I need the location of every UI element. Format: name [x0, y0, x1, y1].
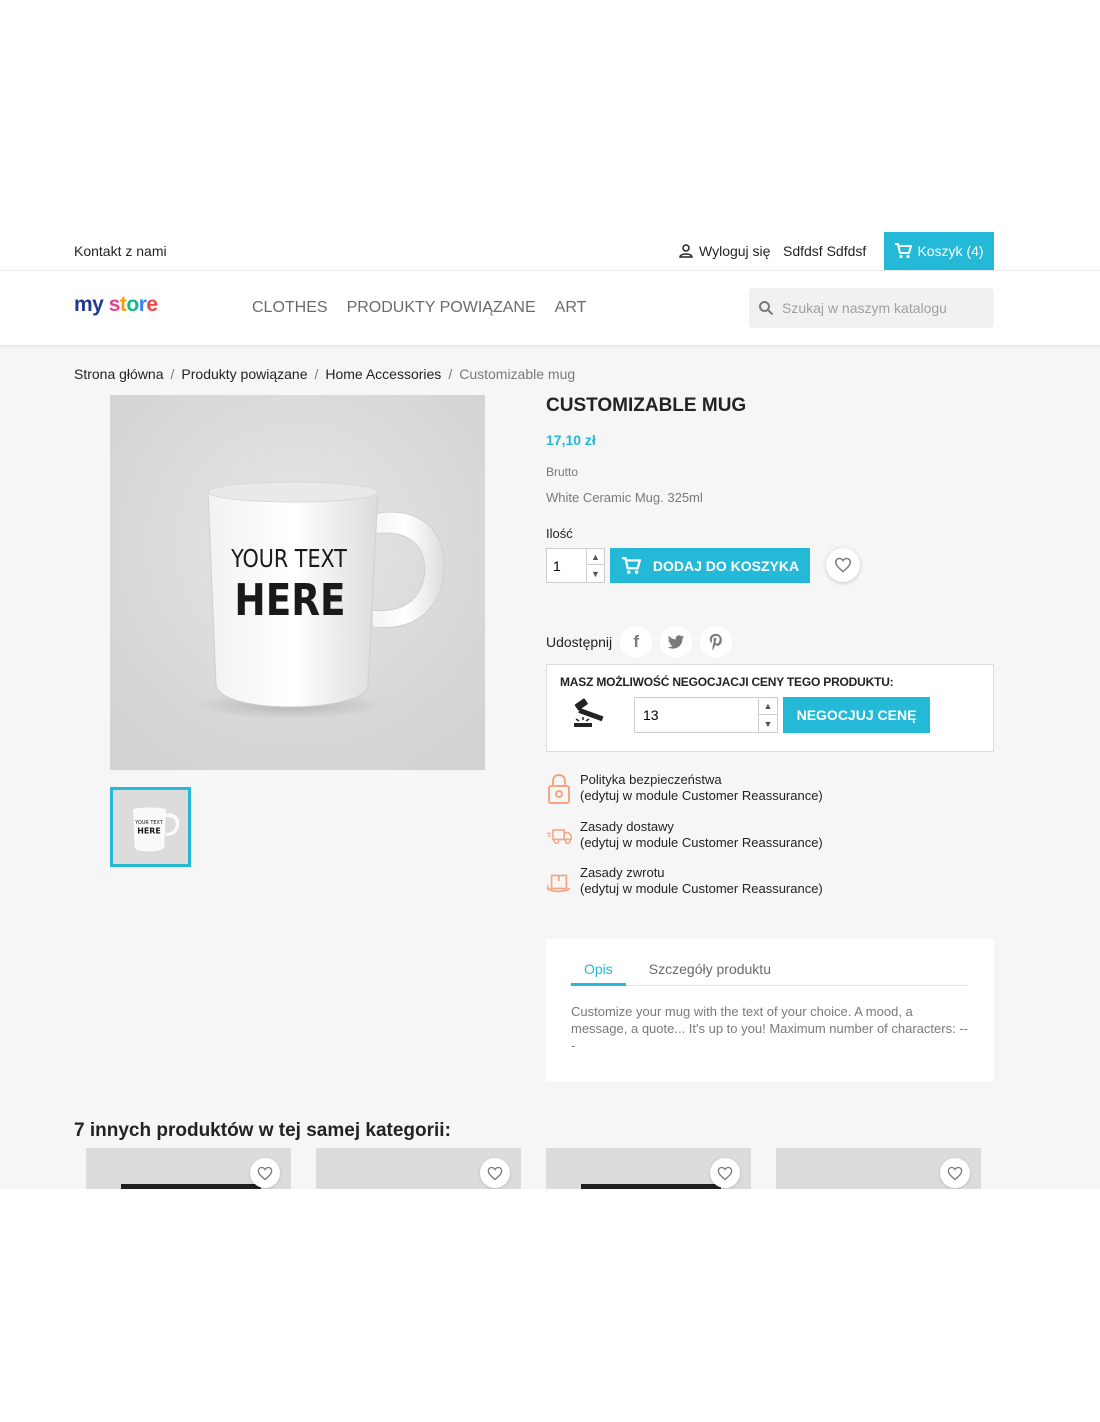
twitter-share-button[interactable]	[660, 626, 693, 658]
nav-item-art[interactable]: ART	[555, 299, 587, 317]
wishlist-button[interactable]	[826, 548, 860, 582]
contact-link[interactable]: Kontakt z nami	[74, 243, 167, 259]
breadcrumb-home[interactable]: Strona główna	[74, 366, 164, 382]
breadcrumb-separator: /	[448, 366, 453, 382]
quantity-label: Ilość	[546, 526, 573, 541]
quantity-stepper: ▲ ▼	[546, 548, 605, 583]
product-price: 17,10 zł	[546, 432, 596, 448]
mug-thumbnail-image: YOUR TEXT HERE	[113, 790, 188, 864]
top-bar: Kontakt z nami Wyloguj się Sdfdsf Sdfdsf…	[0, 230, 1100, 271]
tax-label: Brutto	[546, 465, 579, 479]
facebook-share-button[interactable]: f	[620, 626, 653, 658]
truck-icon	[546, 819, 572, 853]
breadcrumb-related-products[interactable]: Produkty powiązane	[181, 366, 307, 382]
logout-link[interactable]: Wyloguj się	[678, 243, 770, 259]
negotiation-increase-button[interactable]: ▲	[758, 698, 777, 715]
tab-description[interactable]: Opis	[571, 961, 626, 986]
search-box	[749, 288, 994, 328]
product-title: CUSTOMIZABLE MUG	[546, 395, 747, 416]
main-header: my store CLOTHES PRODUKTY POWIĄZANE ART	[0, 271, 1100, 345]
cart-icon	[895, 243, 913, 259]
breadcrumb-separator: /	[170, 366, 175, 382]
pinterest-share-button[interactable]	[700, 626, 733, 658]
share-section: Udostępnij f	[546, 626, 733, 658]
heart-icon	[947, 1166, 963, 1180]
product-short-description: White Ceramic Mug. 325ml	[546, 490, 703, 505]
wishlist-button[interactable]	[710, 1158, 740, 1188]
reassurance-title: Polityka bezpieczeństwa	[580, 772, 722, 787]
tab-product-details[interactable]: Szczegóły produktu	[649, 961, 771, 986]
wishlist-button[interactable]	[250, 1158, 280, 1188]
related-product-card[interactable]	[86, 1148, 291, 1189]
negotiation-price-input[interactable]	[635, 698, 755, 732]
reassurance-item-delivery: Zasady dostawy (edytuj w module Customer…	[546, 819, 986, 853]
twitter-icon	[667, 634, 685, 649]
quantity-increase-button[interactable]: ▲	[586, 549, 604, 565]
reassurance-note: (edytuj w module Customer Reassurance)	[580, 881, 823, 896]
cart-label: Koszyk (4)	[917, 243, 984, 259]
wishlist-button[interactable]	[940, 1158, 970, 1188]
main-nav: CLOTHES PRODUKTY POWIĄZANE ART	[252, 299, 586, 317]
related-product-card[interactable]	[776, 1148, 981, 1189]
svg-text:YOUR TEXT: YOUR TEXT	[230, 544, 348, 573]
product-tabs: Opis Szczegóły produktu Customize your m…	[546, 939, 994, 1082]
reassurance-item-returns: Zasady zwrotu (edytuj w module Customer …	[546, 865, 986, 899]
product-main-image[interactable]: YOUR TEXT HERE	[110, 395, 485, 770]
product-image-preview	[121, 1184, 261, 1189]
reassurance-item-security: Polityka bezpieczeństwa (edytuj w module…	[546, 772, 986, 806]
share-label: Udostępnij	[546, 634, 613, 650]
gavel-icon	[574, 698, 604, 727]
lock-icon	[546, 772, 572, 806]
quantity-decrease-button[interactable]: ▼	[586, 566, 604, 582]
nav-item-related-products[interactable]: PRODUKTY POWIĄZANE	[347, 299, 536, 317]
reassurance-title: Zasady dostawy	[580, 819, 674, 834]
negotiation-decrease-button[interactable]: ▼	[758, 715, 777, 732]
price-negotiation-box: MASZ MOŻLIWOŚĆ NEGOCJACJI CENY TEGO PROD…	[546, 664, 994, 752]
add-to-cart-button[interactable]: DODAJ DO KOSZYKA	[610, 548, 810, 583]
nav-item-clothes[interactable]: CLOTHES	[252, 299, 328, 317]
product-thumbnail[interactable]: YOUR TEXT HERE	[110, 787, 191, 867]
tab-list: Opis Szczegóły produktu	[571, 961, 968, 986]
tab-content-description: Customize your mug with the text of your…	[571, 1004, 968, 1053]
svg-text:HERE: HERE	[234, 574, 345, 626]
cart-icon	[621, 556, 641, 574]
wishlist-button[interactable]	[480, 1158, 510, 1188]
quantity-input[interactable]	[547, 549, 587, 582]
heart-icon	[834, 557, 852, 573]
negotiation-price-stepper: ▲ ▼	[634, 697, 778, 733]
negotiate-price-button[interactable]: NEGOCJUJ CENĘ	[783, 697, 930, 733]
facebook-icon: f	[633, 632, 639, 651]
svg-text:HERE: HERE	[137, 826, 160, 835]
heart-icon	[717, 1166, 733, 1180]
mug-image: YOUR TEXT HERE	[110, 395, 485, 770]
heart-icon	[257, 1166, 273, 1180]
user-icon	[679, 244, 693, 258]
search-icon[interactable]	[758, 300, 774, 316]
breadcrumb: Strona główna / Produkty powiązane / Hom…	[74, 366, 575, 382]
store-logo[interactable]: my store	[74, 293, 158, 317]
related-product-card[interactable]	[316, 1148, 521, 1189]
reassurance-note: (edytuj w module Customer Reassurance)	[580, 788, 823, 803]
return-box-icon	[546, 865, 572, 899]
related-products-title: 7 innych produktów w tej samej kategorii…	[74, 1120, 451, 1141]
add-to-cart-label: DODAJ DO KOSZYKA	[652, 557, 800, 574]
heart-icon	[487, 1166, 503, 1180]
related-product-card[interactable]	[546, 1148, 751, 1189]
svg-text:YOUR TEXT: YOUR TEXT	[134, 820, 164, 826]
product-image-preview	[581, 1184, 721, 1189]
reassurance-title: Zasady zwrotu	[580, 865, 665, 880]
account-link[interactable]: Sdfdsf Sdfdsf	[783, 243, 866, 259]
breadcrumb-separator: /	[314, 366, 319, 382]
product-page: Kontakt z nami Wyloguj się Sdfdsf Sdfdsf…	[0, 230, 1100, 1189]
logout-label: Wyloguj się	[699, 243, 771, 259]
breadcrumb-home-accessories[interactable]: Home Accessories	[325, 366, 441, 382]
search-input[interactable]	[782, 300, 972, 316]
negotiation-title: MASZ MOŻLIWOŚĆ NEGOCJACJI CENY TEGO PROD…	[560, 675, 894, 689]
reassurance-note: (edytuj w module Customer Reassurance)	[580, 835, 823, 850]
breadcrumb-current: Customizable mug	[459, 366, 576, 382]
cart-button[interactable]: Koszyk (4)	[884, 232, 994, 270]
pinterest-icon	[709, 633, 723, 651]
